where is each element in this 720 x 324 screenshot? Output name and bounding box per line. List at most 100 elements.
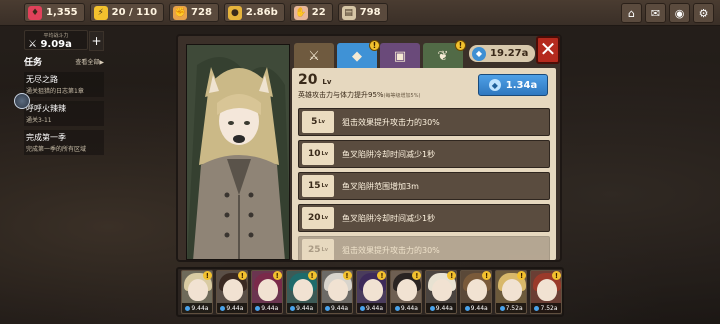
camera-button[interactable]: ◉ <box>669 3 690 23</box>
crystal-icon <box>464 305 470 311</box>
resource-value: 22 <box>311 7 326 18</box>
alert-badge-icon: ! <box>412 271 422 280</box>
hero-card[interactable]: 9.44a! <box>215 270 248 314</box>
perk-text: 狙击效果提升攻击力的30% <box>342 245 440 255</box>
upgrade-button[interactable]: ◆ 1.34a <box>478 74 548 96</box>
swords-icon: ⚔ <box>28 39 37 50</box>
quest-avatar-icon[interactable] <box>14 93 30 109</box>
quest-item[interactable]: 完成第一季 完成第一季的所有区域 <box>24 130 104 155</box>
hero-roster-bar: 9.44a! 9.44a! 9.44a! 9.44a! 9.44a! 9.44a! 9.44… <box>176 267 564 317</box>
hero-card[interactable]: 7.52a! <box>495 270 528 314</box>
summon-tab[interactable]: ❦! <box>423 40 466 69</box>
resource-hand[interactable]: ✋ 22 <box>289 3 333 22</box>
resource-lightning[interactable]: ⚡ 20 / 110 <box>89 3 165 22</box>
view-all-quests-link[interactable]: 查看全部▶ <box>75 57 104 66</box>
quest-title: 任务 <box>24 58 43 68</box>
alert-badge-icon: ! <box>307 271 317 280</box>
quest-desc: 通关3-11 <box>26 117 52 124</box>
level-description-text: 英雄攻击力与体力提升95% <box>298 91 384 99</box>
mail-icon: ✉ <box>650 6 661 20</box>
perk-level-unit: Lv <box>321 247 328 253</box>
perk-text: 鱼叉陷阱冷却时间减少1秒 <box>342 149 436 159</box>
scroll-icon: ▤ <box>341 5 356 20</box>
level-header: 20 Lv 英雄攻击力与体力提升95%(每等级增加5%) ◆ 1.34a <box>298 72 550 102</box>
hero-cost-value: 9.44a <box>400 304 418 312</box>
quest-item[interactable]: 无尽之路 通关狙猎的日志第1章 <box>24 72 104 97</box>
hero-face <box>292 279 313 301</box>
perk-level-value: 5 <box>311 117 318 127</box>
perk-level-unit: Lv <box>321 215 328 221</box>
hero-level-value: 20 <box>298 72 318 88</box>
hero-upgrade-cost: 9.44a <box>286 303 317 313</box>
crystal-amount: 19.27a <box>490 48 529 59</box>
perk-list[interactable]: 5 Lv 狙击效果提升攻击力的30% 10 Lv 鱼叉陷阱冷却时间减少1秒 15 Lv 鱼叉陷阱… <box>298 108 550 260</box>
hero-face <box>362 279 383 301</box>
hero-tabs: ⚔ ◆! ▣ ❦! <box>294 40 466 69</box>
castle-button[interactable]: ⌂ <box>621 3 642 23</box>
hero-face <box>537 279 558 301</box>
hero-card[interactable]: 9.44a! <box>390 270 423 314</box>
book-icon: ▣ <box>393 48 407 64</box>
hero-face <box>222 279 243 301</box>
hero-card[interactable]: 9.44a! <box>460 270 493 314</box>
hero-face <box>397 279 418 301</box>
perk-text: 鱼叉陷阱范围增加3m <box>342 181 419 191</box>
alert-badge-icon: ! <box>482 271 492 280</box>
skill-tab[interactable]: ◆! <box>337 40 380 69</box>
crystal-icon <box>185 305 191 311</box>
combat-power-number: 9.09a <box>40 39 72 50</box>
hero-level-unit: Lv <box>322 78 332 86</box>
level-description-sub: (每等级增加5%) <box>383 93 421 99</box>
hero-cost-value: 9.44a <box>226 304 244 312</box>
resource-fist[interactable]: ✊ 728 <box>169 3 219 22</box>
resource-value: 728 <box>191 7 212 18</box>
hero-face <box>467 279 488 301</box>
resource-coin[interactable]: ● 2.86b <box>223 3 285 22</box>
crystal-icon <box>220 305 226 311</box>
coin-icon: ● <box>227 5 242 20</box>
hero-card[interactable]: 9.44a! <box>285 270 318 314</box>
perk-level-value: 10 <box>308 149 321 159</box>
weapons-tab[interactable]: ⚔ <box>294 43 334 69</box>
hero-card[interactable]: 7.52a! <box>530 270 562 314</box>
crystal-icon <box>325 305 331 311</box>
hero-upgrade-cost: 7.52a <box>496 303 527 313</box>
perk-level-value: 25 <box>308 245 321 255</box>
book-tab[interactable]: ▣ <box>380 43 420 69</box>
mail-button[interactable]: ✉ <box>645 3 666 23</box>
hero-card[interactable]: 9.44a! <box>250 270 283 314</box>
hero-card[interactable]: 9.44a! <box>320 270 353 314</box>
hero-upgrade-cost: 9.44a <box>391 303 422 313</box>
alert-badge-icon: ! <box>551 271 561 280</box>
quest-item[interactable]: 呼呼火辣辣通关3-11 <box>24 101 104 126</box>
hero-card[interactable]: 9.44a! <box>355 270 388 314</box>
hero-upgrade-cost: 9.44a <box>321 303 352 313</box>
settings-button[interactable]: ⚙ <box>693 3 714 23</box>
crystal-currency: ◆ 19.27a <box>469 45 535 62</box>
alert-badge-icon: ! <box>237 271 247 280</box>
crystal-icon <box>359 305 365 311</box>
close-button[interactable]: ✕ <box>536 36 560 64</box>
perk-level-unit: Lv <box>321 151 328 157</box>
resource-scroll[interactable]: ▤ 798 <box>337 3 388 22</box>
hero-face <box>257 279 278 301</box>
hero-card[interactable]: 9.44a! <box>425 270 458 314</box>
perk-row: 25 Lv 狙击效果提升攻击力的30% <box>298 236 550 260</box>
crossed-swords-icon: ⚔ <box>308 48 320 64</box>
hero-card[interactable]: 9.44a! <box>181 270 213 314</box>
hand-icon: ✋ <box>293 5 308 20</box>
hero-upgrade-cost: 9.44a <box>216 303 247 313</box>
hero-cost-value: 9.44a <box>191 304 209 312</box>
resource-ruby[interactable]: ♦ 1,355 <box>24 3 85 22</box>
quest-name: 呼呼火辣辣 <box>26 104 66 113</box>
combat-power-box: 平均战斗力 ⚔ 9.09a + <box>24 30 104 51</box>
perk-text: 鱼叉陷阱冷却时间减少1秒 <box>342 213 436 223</box>
add-power-button[interactable]: + <box>89 31 104 51</box>
alert-badge-icon: ! <box>455 40 466 51</box>
resource-value: 1,355 <box>46 7 78 18</box>
hero-cost-value: 7.52a <box>505 304 523 312</box>
alert-badge-icon: ! <box>202 271 212 280</box>
hero-cost-value: 9.44a <box>365 304 383 312</box>
alert-badge-icon: ! <box>272 271 282 280</box>
hero-illustration <box>187 45 289 259</box>
